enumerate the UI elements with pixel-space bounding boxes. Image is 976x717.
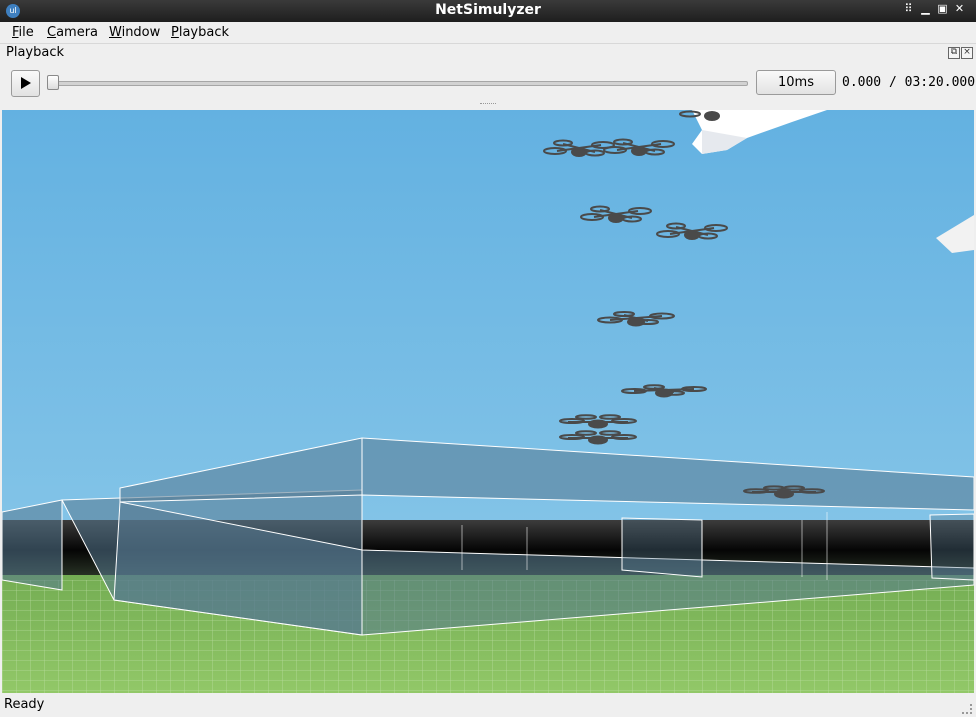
minimize-icon[interactable]: ▁: [917, 2, 934, 15]
time-readout: 0.000 / 03:20.000: [842, 75, 976, 90]
float-icon[interactable]: ⧉: [948, 47, 960, 59]
scene-render: [2, 110, 974, 693]
status-text: Ready: [4, 697, 45, 712]
pin-icon[interactable]: ⠿: [900, 2, 917, 15]
maximize-icon[interactable]: ▣: [934, 2, 951, 15]
status-bar: Ready: [0, 694, 976, 717]
menu-file[interactable]: File: [12, 25, 34, 40]
size-grip[interactable]: [962, 704, 972, 714]
window-title: NetSimulyzer: [435, 2, 541, 18]
menu-bar: File Camera Window Playback: [0, 22, 976, 42]
scene-viewport[interactable]: [2, 110, 974, 693]
menu-camera[interactable]: Camera: [47, 25, 98, 40]
dock-close-icon[interactable]: ×: [961, 47, 973, 59]
slider-handle[interactable]: [47, 75, 59, 90]
time-step-button[interactable]: 10ms: [756, 70, 836, 95]
close-icon[interactable]: ✕: [951, 2, 968, 15]
menu-window[interactable]: Window: [109, 25, 160, 40]
playback-dock-header: Playback ⧉ ×: [0, 43, 976, 64]
dock-resize-grip[interactable]: [480, 103, 496, 107]
window-controls: ⠿ ▁ ▣ ✕: [900, 2, 968, 15]
timeline-slider[interactable]: [47, 75, 748, 90]
dock-title: Playback: [6, 45, 65, 60]
menu-playback[interactable]: Playback: [171, 25, 229, 40]
play-button[interactable]: [11, 70, 40, 97]
slider-groove: [47, 81, 748, 86]
title-bar: ul NetSimulyzer ⠿ ▁ ▣ ✕: [0, 0, 976, 22]
